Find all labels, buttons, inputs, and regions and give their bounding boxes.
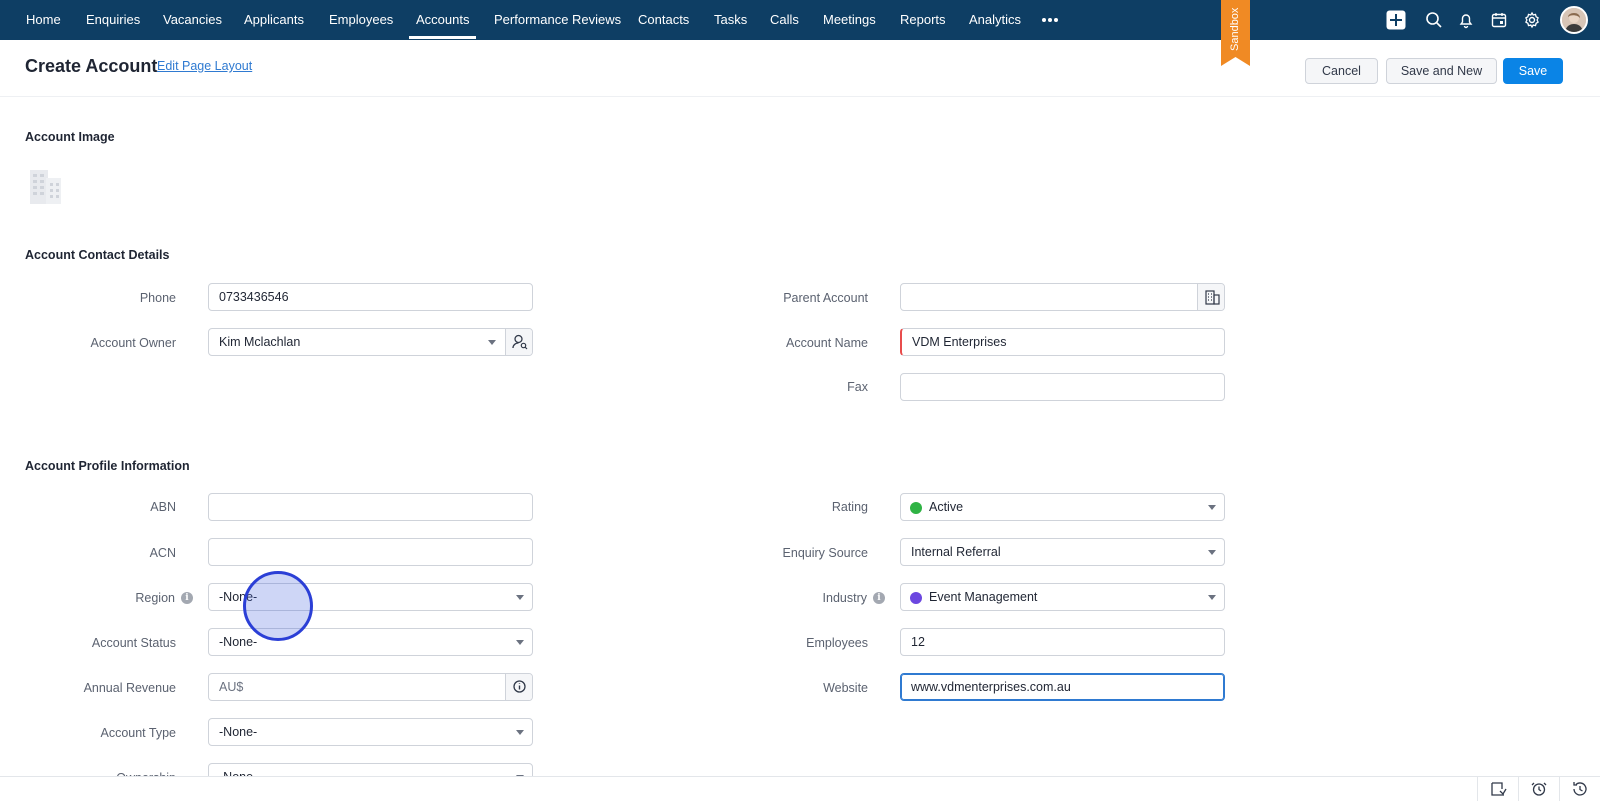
nav-item-tasks[interactable]: Tasks [714,0,747,40]
employees-label: Employees [806,636,868,650]
info-icon[interactable]: i [181,592,193,604]
chevron-down-icon [1208,505,1216,510]
chevron-down-icon [1208,550,1216,555]
user-search-icon [512,334,528,350]
edit-page-layout-link[interactable]: Edit Page Layout [157,59,252,73]
save-button[interactable]: Save [1503,58,1563,84]
enquiry-source-label: Enquiry Source [782,546,868,560]
history-icon [1573,782,1587,796]
phone-label: Phone [139,291,176,305]
user-lookup-button[interactable] [505,329,532,355]
top-navigation-bar [0,0,1600,40]
nav-item-analytics[interactable]: Analytics [969,0,1021,40]
industry-select[interactable]: Event Management [900,583,1225,611]
abn-label: ABN [150,500,176,514]
nav-item-applicants[interactable]: Applicants [244,0,304,40]
chevron-down-icon [488,340,496,345]
chevron-down-icon [516,730,524,735]
acn-label: ACN [149,546,176,560]
nav-item-performance-reviews[interactable]: Performance Reviews [494,0,621,40]
account-type-select[interactable]: -None- [208,718,533,746]
fax-label: Fax [847,380,868,394]
chevron-down-icon [1208,595,1216,600]
recent-items-button[interactable] [1477,777,1517,801]
nav-item-enquiries[interactable]: Enquiries [86,0,140,40]
info-circle-icon [513,680,526,693]
section-title-profile-information: Account Profile Information [25,459,190,473]
region-label: Region [135,591,175,605]
website-value: www.vdmenterprises.com.au [911,680,1071,694]
save-and-new-button[interactable]: Save and New [1386,58,1497,84]
account-type-value: -None- [219,725,258,739]
nav-item-meetings[interactable]: Meetings [823,0,876,40]
currency-info-button[interactable] [505,674,532,700]
phone-value: 0733436546 [219,290,289,304]
building-lookup-icon [1205,290,1220,305]
recent-items-icon [1491,782,1507,796]
section-title-contact-details: Account Contact Details [25,248,170,262]
nav-item-employees[interactable]: Employees [329,0,393,40]
click-indicator [243,571,313,641]
building-placeholder-icon[interactable] [28,166,64,206]
account-owner-label: Account Owner [90,336,176,350]
account-name-value: VDM Enterprises [912,335,1007,349]
annual-revenue-field[interactable]: AU$ [208,673,533,701]
rating-select[interactable]: Active [900,493,1225,521]
account-owner-value: Kim Mclachlan [219,335,301,349]
parent-account-field[interactable] [900,283,1225,311]
chevron-down-icon [516,595,524,600]
bottom-toolbar [0,776,1600,801]
employees-field[interactable]: 12 [900,628,1225,656]
chevron-down-icon [516,640,524,645]
employees-value: 12 [911,635,925,649]
more-horizontal-icon[interactable] [1042,13,1060,27]
account-owner-select[interactable]: Kim Mclachlan [208,328,533,356]
account-name-label: Account Name [786,336,868,350]
abn-field[interactable] [208,493,533,521]
nav-item-contacts[interactable]: Contacts [638,0,689,40]
history-button[interactable] [1559,777,1599,801]
calendar-icon[interactable] [1489,10,1509,30]
alarm-clock-icon [1531,782,1547,796]
account-name-field[interactable]: VDM Enterprises [900,328,1225,356]
annual-revenue-label: Annual Revenue [83,681,176,695]
avatar[interactable] [1560,6,1588,34]
account-status-label: Account Status [91,636,176,650]
info-icon[interactable]: i [873,592,885,604]
search-icon[interactable] [1424,10,1444,30]
industry-label: Industry [822,591,867,605]
page-title: Create Account [25,56,158,76]
parent-account-label: Parent Account [783,291,868,305]
cancel-button[interactable]: Cancel [1305,58,1378,84]
nav-item-calls[interactable]: Calls [770,0,799,40]
fax-field[interactable] [900,373,1225,401]
industry-value: Event Management [929,590,1038,604]
gear-icon[interactable] [1522,10,1542,30]
status-dot-green [910,502,922,514]
account-lookup-button[interactable] [1197,284,1224,310]
rating-value: Active [929,500,964,514]
enquiry-source-value: Internal Referral [911,545,1001,559]
nav-item-accounts[interactable]: Accounts [408,0,478,40]
website-label: Website [823,681,868,695]
phone-field[interactable]: 0733436546 [208,283,533,311]
nav-item-home[interactable]: Home [26,0,61,40]
nav-item-reports[interactable]: Reports [900,0,946,40]
website-field[interactable]: www.vdmenterprises.com.au [900,673,1225,701]
reminders-button[interactable] [1518,777,1558,801]
plus-icon[interactable] [1386,10,1406,30]
account-type-label: Account Type [100,726,176,740]
bell-icon[interactable] [1456,10,1476,30]
status-dot-purple [910,592,922,604]
nav-item-vacancies[interactable]: Vacancies [163,0,222,40]
enquiry-source-select[interactable]: Internal Referral [900,538,1225,566]
rating-label: Rating [831,500,868,514]
section-title-account-image: Account Image [25,130,115,144]
account-status-value: -None- [219,635,258,649]
acn-field[interactable] [208,538,533,566]
annual-revenue-placeholder: AU$ [219,680,244,694]
